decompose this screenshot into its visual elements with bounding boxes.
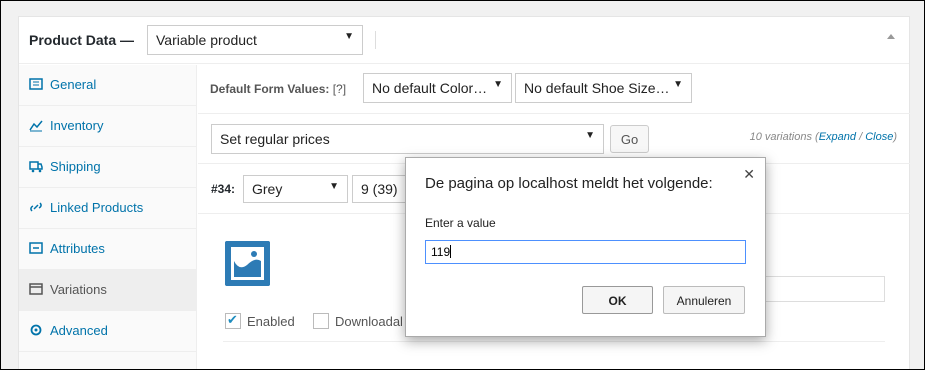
downloadable-checkbox[interactable] [313, 313, 329, 329]
panel-title: Product Data — [29, 32, 135, 48]
default-shoe-size-select[interactable]: No default Shoe Size… ▼ [515, 73, 692, 103]
tab-label: Shipping [50, 159, 101, 174]
enabled-checkbox[interactable] [225, 312, 241, 329]
default-shoe-size-value: No default Shoe Size… [524, 80, 670, 96]
tab-variations[interactable]: Variations [19, 270, 197, 311]
downloadable-label: Downloadal [335, 314, 403, 329]
sku-input[interactable] [763, 276, 885, 302]
product-data-tabs: General Inventory Shipping Linked Produc… [19, 65, 197, 369]
screenshot-frame: Product Data — Variable product ▼ Genera… [0, 0, 925, 370]
tab-label: Linked Products [50, 200, 144, 215]
variation-color-select[interactable]: Grey ▼ [243, 175, 348, 203]
tab-shipping[interactable]: Shipping [19, 147, 197, 188]
enabled-checkbox-row[interactable]: Enabled [225, 312, 295, 329]
header-separator [375, 31, 376, 49]
expand-link[interactable]: Expand [819, 131, 856, 143]
tab-label: Inventory [50, 118, 104, 133]
bulk-action-value: Set regular prices [220, 131, 330, 147]
dialog-value-input[interactable]: 119 [425, 240, 746, 264]
dropdown-arrow-icon: ▼ [673, 79, 683, 90]
tab-linked-products[interactable]: Linked Products [19, 188, 197, 229]
inventory-icon [29, 120, 43, 132]
dropdown-arrow-icon: ▼ [493, 79, 503, 90]
dropdown-arrow-icon: ▼ [344, 31, 354, 42]
downloadable-checkbox-row[interactable]: Downloadal [313, 313, 403, 329]
panel-header: Product Data — Variable product ▼ [19, 17, 909, 64]
dropdown-arrow-icon: ▼ [329, 181, 339, 192]
variation-image-icon[interactable] [225, 241, 270, 286]
tab-advanced[interactable]: Advanced [19, 311, 197, 352]
go-button[interactable]: Go [610, 125, 649, 153]
enabled-label: Enabled [247, 314, 295, 329]
bulk-action-select[interactable]: Set regular prices ▼ [211, 124, 604, 154]
close-link[interactable]: Close [865, 131, 893, 143]
content-divider [223, 341, 885, 342]
general-icon [29, 78, 43, 90]
collapse-toggle-icon[interactable] [887, 34, 895, 39]
variation-id: #34: [211, 182, 236, 196]
prompt-dialog: De pagina op localhost meldt het volgend… [405, 157, 766, 337]
dialog-title: De pagina op localhost meldt het volgend… [425, 175, 713, 192]
tab-attributes[interactable]: Attributes [19, 229, 197, 270]
default-form-values-label: Default Form Values: [?] [210, 82, 347, 96]
dialog-prompt-label: Enter a value [425, 216, 496, 230]
default-form-values-row: Default Form Values: [?] No default Colo… [198, 65, 910, 114]
variation-size-value: 9 (39) [361, 181, 398, 197]
default-color-value: No default Color… [372, 80, 488, 96]
tab-label: General [50, 77, 97, 92]
help-link[interactable]: [?] [333, 82, 346, 96]
variations-count: 10 variations (Expand / Close) [749, 131, 897, 143]
variations-icon [29, 283, 43, 295]
tab-inventory[interactable]: Inventory [19, 106, 197, 147]
attributes-icon [29, 242, 43, 254]
cancel-button[interactable]: Annuleren [663, 286, 745, 314]
tab-general[interactable]: General [19, 65, 197, 106]
tab-label: Attributes [50, 241, 105, 256]
product-type-select[interactable]: Variable product ▼ [147, 25, 363, 55]
tab-label: Advanced [50, 323, 108, 338]
dropdown-arrow-icon: ▼ [585, 130, 595, 141]
text-cursor [450, 245, 452, 258]
link-icon [30, 202, 42, 212]
close-icon[interactable]: ✕ [743, 166, 755, 183]
default-color-select[interactable]: No default Color… ▼ [363, 73, 512, 103]
shipping-icon [29, 161, 43, 173]
gear-icon [30, 324, 42, 336]
ok-button[interactable]: OK [582, 286, 653, 314]
product-type-value: Variable product [156, 32, 257, 48]
variation-color-value: Grey [252, 181, 283, 197]
tab-label: Variations [50, 282, 107, 297]
